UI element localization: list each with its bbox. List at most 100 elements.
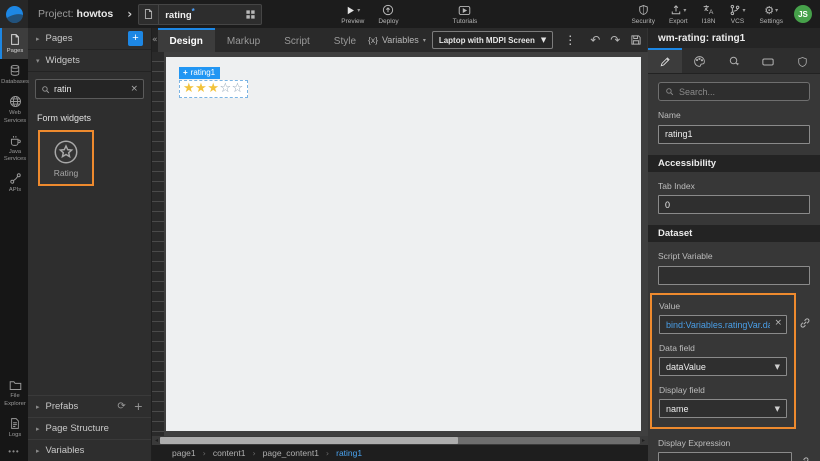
wavemaker-logo-icon bbox=[6, 6, 23, 23]
dataset-section-header: Dataset bbox=[648, 225, 820, 242]
scrollbar-track[interactable] bbox=[160, 437, 640, 444]
vcs-button[interactable]: ▾ VCS bbox=[722, 0, 752, 28]
inspector-tabs bbox=[648, 48, 820, 74]
section-prefabs[interactable]: ▸ Prefabs ⟳ + bbox=[28, 395, 151, 417]
caret-down-icon: ▼ bbox=[775, 363, 780, 371]
collapsed-arrow-icon: ▸ bbox=[36, 35, 40, 43]
script-variable-input[interactable] bbox=[658, 266, 810, 285]
rail-item-logs[interactable]: Logs bbox=[0, 412, 28, 443]
settings-button[interactable]: ⚙▾ Settings bbox=[753, 0, 791, 28]
scrollbar-thumb[interactable] bbox=[160, 437, 458, 444]
add-prefab-icon[interactable]: + bbox=[134, 400, 143, 413]
tab-markup[interactable]: Markup bbox=[215, 28, 272, 52]
breadcrumb-page-content1[interactable]: page_content1 bbox=[263, 448, 319, 458]
widget-search-value[interactable]: ratin bbox=[54, 84, 130, 94]
star-icon[interactable]: ☆ bbox=[232, 81, 244, 96]
tab-security[interactable] bbox=[786, 48, 820, 73]
horizontal-scrollbar[interactable]: ◂ ▸ bbox=[152, 436, 648, 445]
property-search[interactable] bbox=[658, 82, 810, 101]
name-label: Name bbox=[658, 110, 810, 120]
rating-widget-tile[interactable]: Rating bbox=[38, 130, 94, 186]
app-logo[interactable] bbox=[0, 0, 28, 28]
value-input[interactable] bbox=[659, 315, 787, 334]
more-options-button[interactable]: ⋮ bbox=[559, 33, 581, 47]
widget-selection-label[interactable]: + rating1 bbox=[179, 67, 220, 80]
section-pages[interactable]: ▸ Pages + bbox=[28, 28, 151, 50]
breadcrumb-separator: › bbox=[203, 449, 206, 458]
move-icon: + bbox=[183, 68, 188, 77]
tab-script[interactable]: Script bbox=[272, 28, 322, 52]
accessibility-section-header: Accessibility bbox=[648, 155, 820, 172]
widget-search[interactable]: ratin × bbox=[35, 79, 144, 99]
data-field-select[interactable]: dataValue ▼ bbox=[659, 357, 787, 376]
rail-item-web-services[interactable]: Web Services bbox=[0, 90, 28, 128]
page-tab-rating[interactable]: rating* bbox=[138, 4, 262, 25]
display-expression-input[interactable] bbox=[658, 452, 792, 461]
star-icon[interactable]: ☆ bbox=[219, 81, 231, 96]
section-widgets[interactable]: ▾ Widgets bbox=[28, 50, 151, 72]
deploy-button[interactable]: Deploy bbox=[371, 0, 405, 28]
rail-spacer bbox=[0, 199, 28, 375]
chevron-down-icon: ▾ bbox=[683, 7, 686, 14]
bind-property-icon[interactable] bbox=[799, 317, 811, 329]
shield-icon bbox=[797, 56, 808, 68]
breadcrumb-separator: › bbox=[252, 449, 255, 458]
unsaved-indicator: * bbox=[192, 7, 195, 16]
variables-icon: {x} bbox=[368, 35, 378, 45]
rail-item-apis[interactable]: APIs bbox=[0, 167, 28, 198]
property-search-input[interactable] bbox=[679, 87, 803, 97]
database-icon bbox=[9, 64, 21, 77]
refresh-icon[interactable]: ⟳ bbox=[117, 401, 125, 412]
star-icon[interactable]: ★ bbox=[207, 81, 219, 96]
rating-widget-instance[interactable]: + rating1 ★★★☆☆ bbox=[179, 62, 248, 98]
inspector-body: Name Accessibility Tab Index Dataset Scr… bbox=[648, 74, 820, 461]
tab-style[interactable]: Style bbox=[322, 28, 368, 52]
undo-button[interactable]: ↶ bbox=[585, 34, 605, 46]
design-canvas[interactable]: + rating1 ★★★☆☆ bbox=[166, 57, 641, 431]
vertical-ruler bbox=[152, 52, 164, 436]
redo-button[interactable]: ↷ bbox=[605, 34, 625, 46]
tab-styles[interactable] bbox=[682, 48, 716, 73]
search-icon bbox=[665, 87, 674, 96]
display-field-select[interactable]: name ▼ bbox=[659, 399, 787, 418]
rail-more-button[interactable]: ••• bbox=[0, 443, 28, 461]
collapsed-arrow-icon: ▸ bbox=[36, 425, 40, 433]
tab-events[interactable] bbox=[717, 48, 751, 73]
breadcrumb-page1[interactable]: page1 bbox=[172, 448, 196, 458]
rail-item-java-services[interactable]: Java Services bbox=[0, 129, 28, 167]
grid-view-icon[interactable] bbox=[239, 9, 261, 20]
rating-stars[interactable]: ★★★☆☆ bbox=[179, 80, 248, 98]
scroll-left-icon[interactable]: ◂ bbox=[153, 437, 160, 444]
clear-search-icon[interactable]: × bbox=[130, 84, 138, 94]
rail-item-databases[interactable]: Databases bbox=[0, 59, 28, 90]
rail-item-pages[interactable]: Pages bbox=[0, 28, 28, 59]
bind-expression-icon[interactable] bbox=[798, 456, 810, 461]
breadcrumb-content1[interactable]: content1 bbox=[213, 448, 246, 458]
search-icon bbox=[41, 85, 50, 94]
tab-properties[interactable] bbox=[648, 48, 682, 73]
star-icon[interactable]: ★ bbox=[183, 81, 195, 96]
add-page-button[interactable]: + bbox=[128, 31, 143, 46]
caret-down-icon: ▼ bbox=[541, 36, 546, 44]
section-variables[interactable]: ▸ Variables bbox=[28, 439, 151, 461]
i18n-button[interactable]: A I18N bbox=[695, 0, 723, 28]
section-page-structure[interactable]: ▸ Page Structure bbox=[28, 417, 151, 439]
export-button[interactable]: ▾ Export bbox=[662, 0, 695, 28]
device-select[interactable]: Laptop with MDPI Screen ▼ bbox=[432, 31, 553, 49]
rail-item-file-explorer[interactable]: File Explorer bbox=[0, 374, 28, 411]
save-button[interactable] bbox=[625, 34, 647, 46]
tab-device[interactable] bbox=[751, 48, 785, 73]
security-button[interactable]: Security bbox=[624, 0, 661, 28]
clear-binding-icon[interactable]: × bbox=[774, 318, 782, 328]
star-icon[interactable]: ★ bbox=[195, 81, 207, 96]
tab-index-input[interactable] bbox=[658, 195, 810, 214]
name-input[interactable] bbox=[658, 125, 810, 144]
scroll-right-icon[interactable]: ▸ bbox=[640, 437, 647, 444]
project-title: Project: howtos bbox=[38, 8, 113, 20]
tab-design[interactable]: Design bbox=[158, 28, 215, 52]
user-avatar[interactable]: JS bbox=[794, 5, 812, 23]
breadcrumb-rating1[interactable]: rating1 bbox=[336, 448, 362, 458]
preview-button[interactable]: ▾ Preview bbox=[334, 0, 371, 28]
tutorials-button[interactable]: Tutorials bbox=[446, 0, 485, 28]
variables-dropdown[interactable]: {x} Variables ▾ bbox=[368, 28, 426, 52]
